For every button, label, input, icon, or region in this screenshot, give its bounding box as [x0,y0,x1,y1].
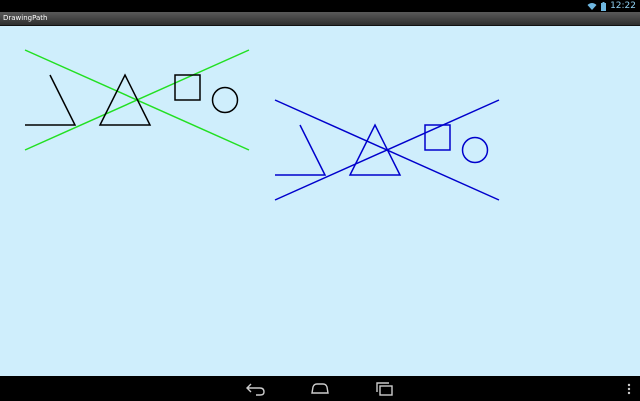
drawing-canvas-area [0,26,640,376]
status-clock: 12:22 [610,1,636,11]
home-button[interactable] [308,380,332,396]
overflow-menu-button[interactable] [626,382,632,396]
status-bar: 12:22 [0,0,640,12]
status-icons: 12:22 [587,0,636,12]
overflow-menu-icon [627,383,631,395]
battery-icon [601,1,607,11]
blue-circle [461,136,489,164]
blue-rectangle [424,124,451,151]
blue-shape-group [274,99,500,201]
blue-angle-path [275,124,327,176]
title-bar: DrawingPath [0,12,640,26]
wifi-icon [587,2,597,11]
black-triangle [98,73,152,126]
recents-icon [376,382,393,396]
black-rectangle [174,74,201,101]
app-title: DrawingPath [3,14,48,22]
black-circle [211,86,239,114]
back-icon [246,383,265,396]
home-icon [311,383,329,394]
black-shape-group [24,49,250,151]
drawing-canvas [24,49,500,201]
back-button[interactable] [244,380,268,396]
blue-triangle [348,123,402,176]
black-angle-path [25,74,77,126]
recents-button[interactable] [372,380,396,396]
navigation-bar [0,376,640,400]
